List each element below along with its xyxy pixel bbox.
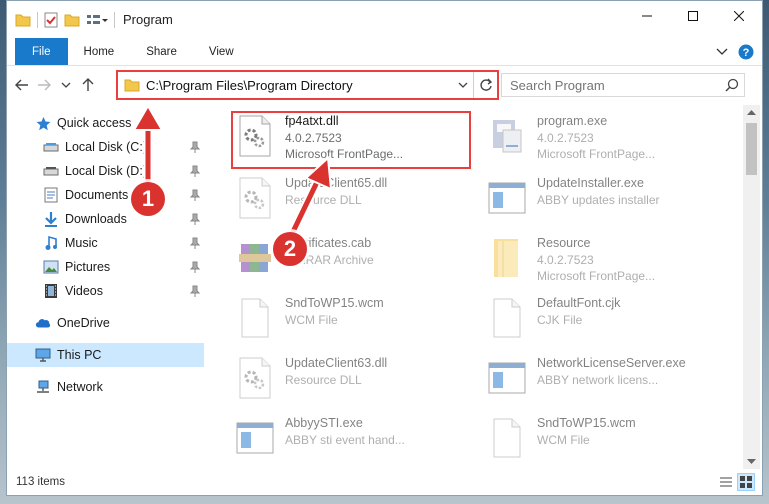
callout-arrows [132,104,333,240]
callout-badge-2: 2 [273,232,307,266]
arrow-to-file [285,155,333,240]
arrow-to-address-bar [132,104,164,185]
callout-badge-1: 1 [131,182,165,216]
